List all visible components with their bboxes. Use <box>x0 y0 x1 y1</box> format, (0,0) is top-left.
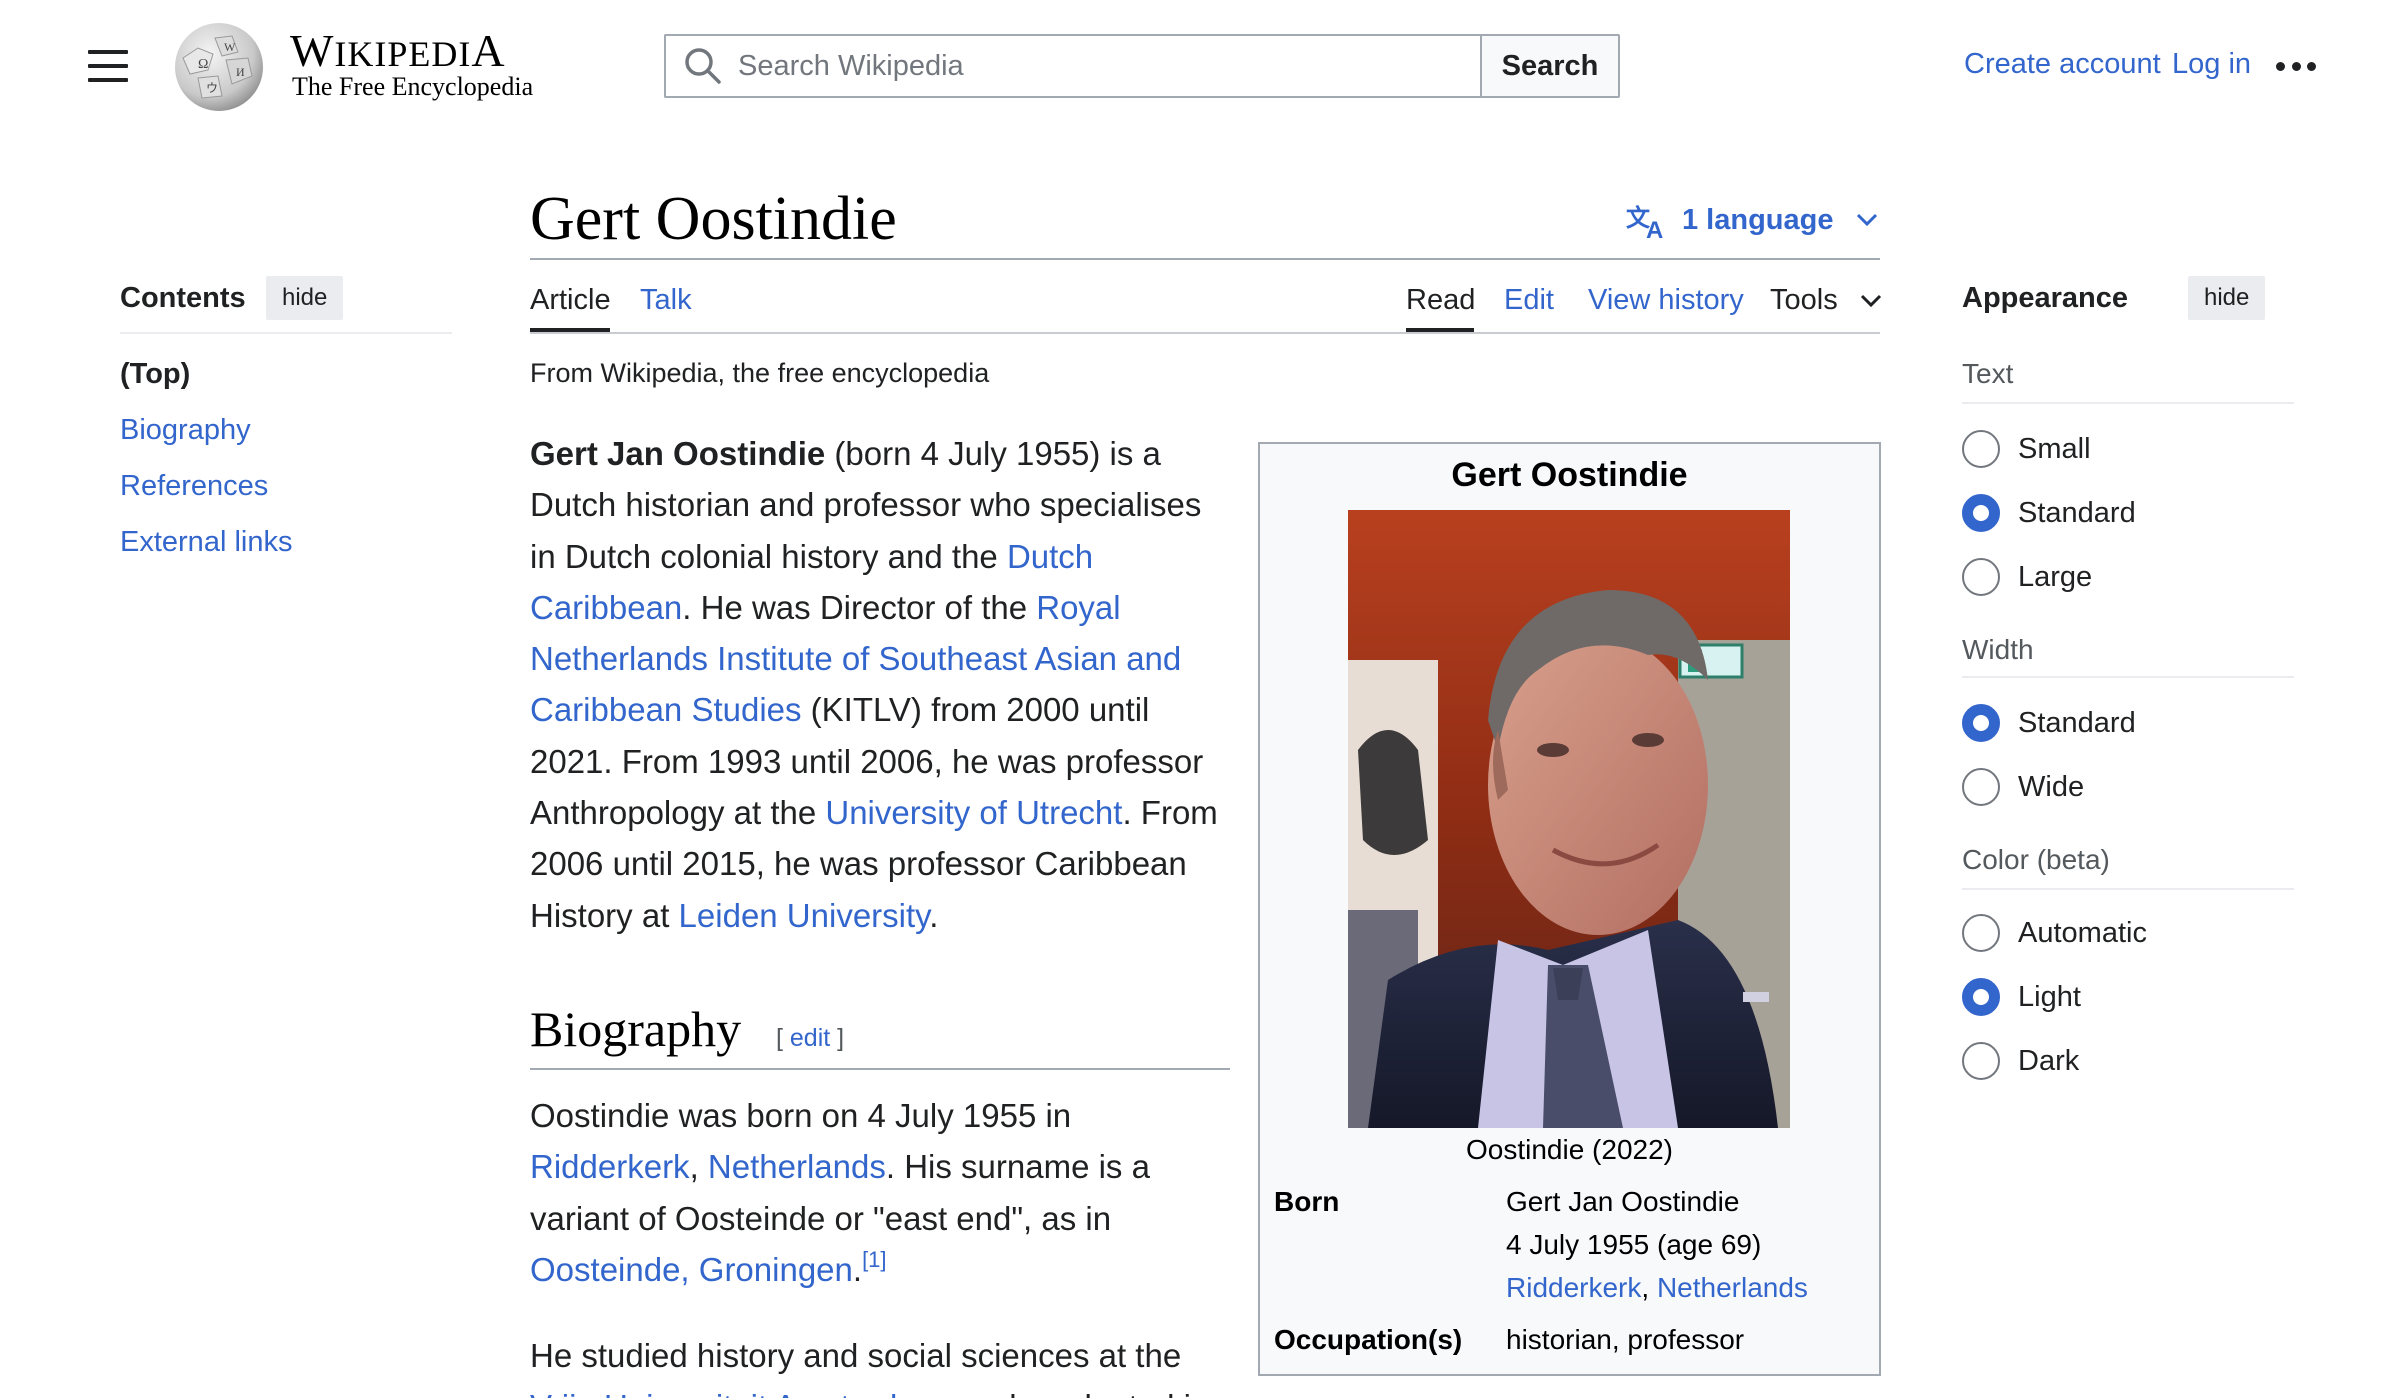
radio-width-wide[interactable]: Wide <box>1962 768 2084 806</box>
search-icon <box>685 48 721 84</box>
link-ridderkerk[interactable]: Ridderkerk <box>1506 1272 1641 1303</box>
site-subtitle: From Wikipedia, the free encyclopedia <box>530 358 990 388</box>
radio-circle <box>1962 768 2000 806</box>
radio-color-dark[interactable]: Dark <box>1962 1042 2079 1080</box>
wikipedia-wordmark[interactable]: WIKIPEDIA <box>290 24 506 77</box>
tab-article[interactable]: Article <box>530 284 611 317</box>
link-leiden-university[interactable]: Leiden University <box>679 897 930 934</box>
section-edit: [ edit ] <box>776 1024 845 1052</box>
infobox-value-born: Gert Jan Oostindie 4 July 1955 (age 69) … <box>1506 1180 1808 1309</box>
wikipedia-globe-logo[interactable]: Ω W И ウ <box>168 18 270 114</box>
radio-color-automatic[interactable]: Automatic <box>1962 914 2147 952</box>
lead-paragraph: Gert Jan Oostindie (born 4 July 1955) is… <box>530 435 1218 934</box>
svg-text:И: И <box>236 65 245 79</box>
infobox-label-occupation: Occupation(s) <box>1274 1324 1463 1355</box>
link-university-of-utrecht[interactable]: University of Utrecht <box>825 794 1122 831</box>
toc-item-top[interactable]: (Top) <box>120 358 190 391</box>
radio-text-large[interactable]: Large <box>1962 558 2092 596</box>
radio-color-light[interactable]: Light <box>1962 978 2081 1016</box>
radio-circle-selected <box>1962 978 2000 1016</box>
search-box[interactable] <box>664 34 1482 98</box>
log-in-link[interactable]: Log in <box>2172 48 2251 81</box>
color-label: Color (beta) <box>1962 844 2110 875</box>
width-label: Width <box>1962 634 2034 665</box>
search-input[interactable] <box>738 49 1438 83</box>
svg-text:W: W <box>224 40 236 54</box>
svg-text:A: A <box>1646 217 1663 240</box>
section-divider <box>530 1068 1230 1070</box>
svg-text:Ω: Ω <box>198 57 208 72</box>
tab-read[interactable]: Read <box>1406 284 1475 317</box>
radio-circle <box>1962 1042 2000 1080</box>
chevron-down-icon <box>1860 294 1881 307</box>
tabs-divider <box>530 332 1880 334</box>
toc-title: Contents <box>120 282 246 314</box>
svg-text:ウ: ウ <box>206 81 218 95</box>
appearance-hide-button[interactable]: hide <box>2188 276 2266 320</box>
link-netherlands[interactable]: Netherlands <box>708 1148 886 1185</box>
language-button-label: 1 language <box>1682 203 1834 236</box>
link-ridderkerk[interactable]: Ridderkerk <box>530 1148 690 1185</box>
translate-icon: 文 A <box>1626 204 1663 240</box>
main-menu-icon[interactable] <box>88 50 128 82</box>
reference-link[interactable]: [1] <box>862 1247 886 1272</box>
tab-talk[interactable]: Talk <box>640 284 692 317</box>
create-account-link[interactable]: Create account <box>1964 48 2161 81</box>
radio-circle <box>1962 430 2000 468</box>
born-name: Gert Jan Oostindie <box>1506 1186 1740 1217</box>
link-netherlands[interactable]: Netherlands <box>1657 1272 1808 1303</box>
title-divider <box>530 258 1880 260</box>
toc-item-references[interactable]: References <box>120 470 268 503</box>
portrait-photo[interactable] <box>1348 510 1790 1128</box>
section-edit-link[interactable]: edit <box>790 1024 830 1052</box>
language-button[interactable]: 文 A 1 language <box>1626 200 1878 240</box>
biography-paragraph-2: He studied history and social sciences a… <box>530 1330 1230 1398</box>
radio-width-standard[interactable]: Standard <box>1962 704 2136 742</box>
page-title: Gert Oostindie <box>530 185 897 253</box>
infobox-value-occupation: historian, professor <box>1506 1324 1745 1355</box>
biography-paragraph-1: Oostindie was born on 4 July 1955 in Rid… <box>530 1097 1150 1288</box>
toc-divider <box>120 332 452 334</box>
born-place: Ridderkerk, Netherlands <box>1506 1272 1808 1303</box>
infobox-title: Gert Oostindie <box>1451 456 1688 494</box>
radio-circle-selected <box>1962 494 2000 532</box>
toc-hide-button[interactable]: hide <box>266 276 344 320</box>
born-date: 4 July 1955 (age 69) <box>1506 1229 1762 1260</box>
tagline: The Free Encyclopedia <box>292 72 534 101</box>
link-vrije-universiteit[interactable]: Vrije Universiteit Amsterdam <box>530 1388 943 1398</box>
infobox-label-born: Born <box>1274 1186 1340 1217</box>
appearance-title: Appearance <box>1962 282 2129 314</box>
chevron-down-icon <box>1856 213 1877 227</box>
radio-circle <box>1962 558 2000 596</box>
radio-text-standard[interactable]: Standard <box>1962 494 2136 532</box>
link-oosteinde-groningen[interactable]: Oosteinde, Groningen <box>530 1251 853 1288</box>
group-divider <box>1962 402 2294 404</box>
toc-item-biography[interactable]: Biography <box>120 414 251 447</box>
radio-circle-selected <box>1962 704 2000 742</box>
text-size-label: Text <box>1962 358 2014 389</box>
group-divider <box>1962 888 2294 890</box>
radio-text-small[interactable]: Small <box>1962 430 2091 468</box>
section-heading-biography: Biography <box>530 1001 742 1057</box>
search-button[interactable]: Search <box>1480 34 1620 98</box>
subject-name: Gert Jan Oostindie <box>530 435 826 472</box>
radio-circle <box>1962 914 2000 952</box>
tab-tools-label: Tools <box>1770 284 1838 316</box>
toc-item-external-links[interactable]: External links <box>120 526 292 559</box>
infobox-caption: Oostindie (2022) <box>1465 1134 1673 1165</box>
more-options-icon[interactable] <box>2276 62 2316 72</box>
tab-edit[interactable]: Edit <box>1504 284 1554 317</box>
tab-tools[interactable]: Tools <box>1770 284 1882 317</box>
tab-view-history[interactable]: View history <box>1588 284 1744 317</box>
group-divider <box>1962 676 2294 678</box>
